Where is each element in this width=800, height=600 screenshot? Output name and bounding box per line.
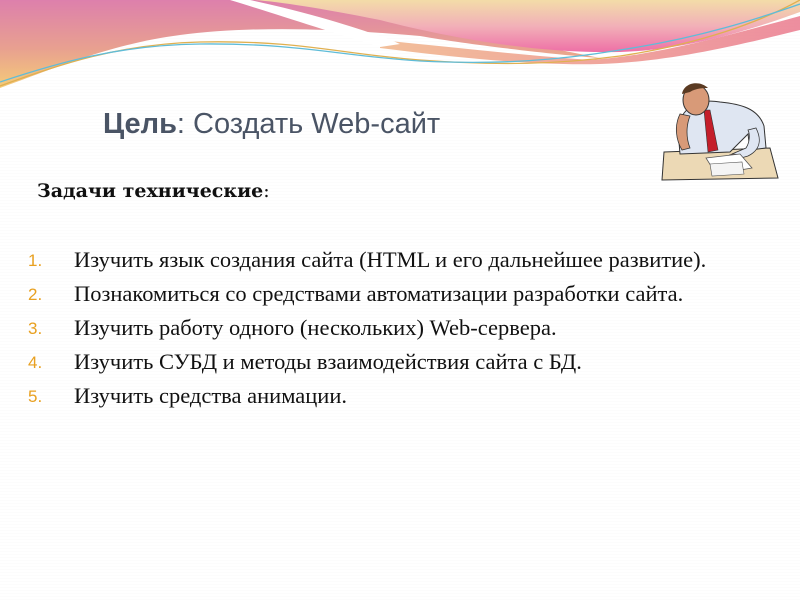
tired-man-at-desk-icon: [661, 83, 779, 181]
task-item: 1. Изучить язык создания сайта (HTML и е…: [28, 247, 720, 273]
task-number: 5.: [28, 387, 43, 406]
task-text: Изучить средства анимации.: [74, 383, 348, 408]
task-text: Изучить язык создания сайта (HTML и его …: [74, 247, 707, 272]
task-number: 2.: [28, 285, 43, 304]
subtitle-text: Задачи технические: [37, 180, 264, 202]
slide: Цель: Создать Web-сайт Задачи технически…: [0, 0, 800, 600]
task-item: 2. Познакомиться со средствами автоматиз…: [28, 281, 720, 307]
tasks-subtitle: Задачи технические:: [37, 180, 270, 202]
task-list: 1. Изучить язык создания сайта (HTML и е…: [28, 247, 720, 417]
task-text: Познакомиться со средствами автоматизаци…: [74, 281, 684, 306]
task-number: 4.: [28, 353, 43, 372]
task-text: Изучить работу одного (нескольких) Web-с…: [74, 315, 557, 340]
slide-title: Цель: Создать Web-сайт: [103, 108, 440, 141]
task-item: 4. Изучить СУБД и методы взаимодействия …: [28, 349, 720, 375]
title-bold: Цель: [103, 108, 177, 140]
task-number: 3.: [28, 319, 43, 338]
task-item: 5. Изучить средства анимации.: [28, 383, 720, 409]
subtitle-colon: :: [263, 180, 270, 202]
title-rest: : Создать Web-сайт: [176, 108, 441, 140]
task-item: 3. Изучить работу одного (нескольких) We…: [28, 315, 720, 341]
task-number: 1.: [28, 251, 43, 270]
task-text: Изучить СУБД и методы взаимодействия сай…: [74, 349, 582, 374]
